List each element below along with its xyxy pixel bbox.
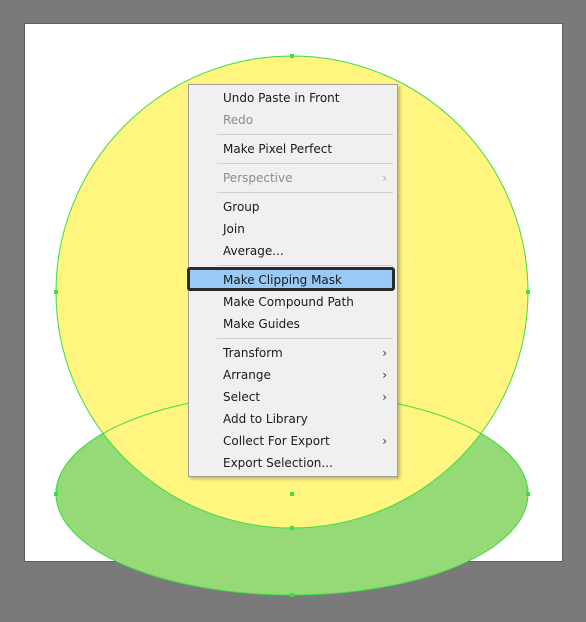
menu-item-label: Select (223, 390, 261, 404)
chevron-right-icon: › (382, 390, 387, 404)
menu-item-label: Average... (223, 244, 284, 258)
menu-separator (217, 192, 393, 193)
chevron-right-icon: › (382, 171, 387, 185)
menu-item-perspective: Perspective › (189, 167, 397, 189)
anchor-point[interactable] (54, 492, 58, 496)
chevron-right-icon: › (382, 346, 387, 360)
menu-item-label: Undo Paste in Front (223, 91, 340, 105)
menu-item-collect-for-export[interactable]: Collect For Export › (189, 430, 397, 452)
menu-item-label: Make Compound Path (223, 295, 354, 309)
menu-item-make-guides[interactable]: Make Guides (189, 313, 397, 335)
menu-item-label: Group (223, 200, 260, 214)
menu-item-transform[interactable]: Transform › (189, 342, 397, 364)
menu-item-select[interactable]: Select › (189, 386, 397, 408)
context-menu: Undo Paste in Front Redo Make Pixel Perf… (187, 84, 398, 477)
menu-item-label: Join (223, 222, 245, 236)
anchor-point[interactable] (290, 526, 294, 530)
menu-item-redo: Redo (189, 109, 397, 131)
menu-item-label: Make Pixel Perfect (223, 142, 333, 156)
menu-item-make-clipping-mask[interactable]: Make Clipping Mask (187, 267, 397, 291)
menu-item-group[interactable]: Group (189, 196, 397, 218)
anchor-point[interactable] (526, 492, 530, 496)
menu-separator (217, 338, 393, 339)
canvas-area[interactable]: Undo Paste in Front Redo Make Pixel Perf… (0, 0, 586, 622)
center-point (290, 492, 294, 496)
menu-item-arrange[interactable]: Arrange › (189, 364, 397, 386)
menu-item-label: Make Clipping Mask (223, 273, 342, 287)
menu-item-make-compound-path[interactable]: Make Compound Path (189, 291, 397, 313)
anchor-point[interactable] (54, 290, 58, 294)
menu-item-label: Make Guides (223, 317, 300, 331)
anchor-point[interactable] (290, 54, 294, 58)
menu-item-average[interactable]: Average... (189, 240, 397, 262)
menu-item-make-pixel-perfect[interactable]: Make Pixel Perfect (189, 138, 397, 160)
anchor-point[interactable] (526, 290, 530, 294)
menu-item-join[interactable]: Join (189, 218, 397, 240)
menu-separator (217, 134, 393, 135)
menu-item-label: Collect For Export (223, 434, 330, 448)
menu-item-undo-paste-in-front[interactable]: Undo Paste in Front (189, 87, 397, 109)
menu-item-label: Arrange (223, 368, 271, 382)
menu-item-add-to-library[interactable]: Add to Library (189, 408, 397, 430)
chevron-right-icon: › (382, 368, 387, 382)
anchor-point[interactable] (290, 593, 294, 597)
menu-item-label: Redo (223, 113, 254, 127)
menu-separator (217, 265, 393, 266)
chevron-right-icon: › (382, 434, 387, 448)
menu-item-label: Perspective (223, 171, 293, 185)
menu-item-export-selection[interactable]: Export Selection... (189, 452, 397, 474)
menu-separator (217, 163, 393, 164)
menu-item-label: Add to Library (223, 412, 308, 426)
menu-item-label: Export Selection... (223, 456, 333, 470)
menu-item-label: Transform (223, 346, 283, 360)
